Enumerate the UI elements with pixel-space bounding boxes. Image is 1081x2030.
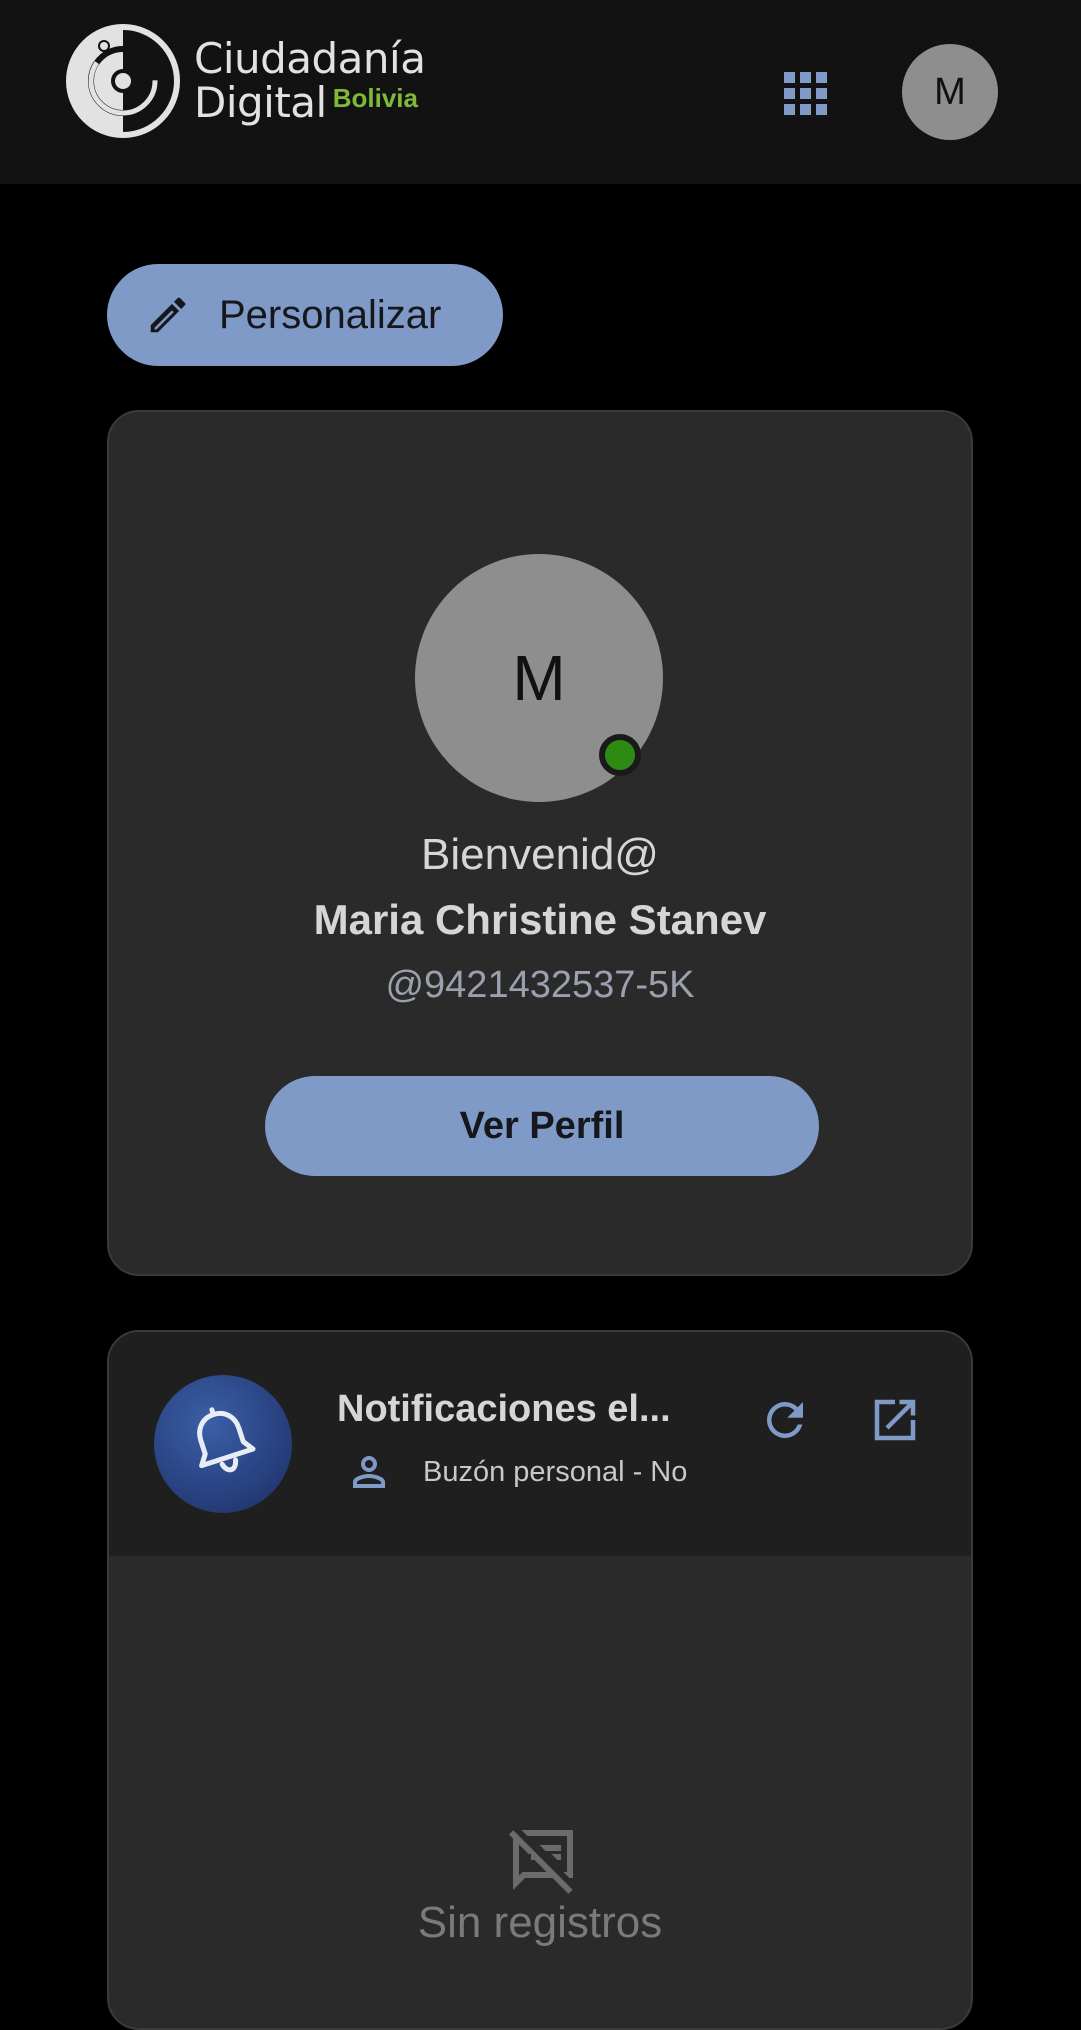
- profile-card: M Bienvenid@ Maria Christine Stanev @942…: [107, 410, 973, 1276]
- mailbox-label: Buzón personal - No: [423, 1455, 688, 1488]
- open-external-icon: [874, 1399, 916, 1441]
- pencil-icon: [150, 297, 186, 333]
- personalize-label: Personalizar: [219, 292, 442, 337]
- notifications-card: Notificaciones el... Buzón personal - No…: [107, 1330, 973, 2030]
- bell-icon: [197, 1407, 256, 1473]
- no-messages-icon: [509, 1830, 573, 1894]
- ciudadania-logo-icon: [66, 24, 180, 138]
- user-full-name: Maria Christine Stanev: [313, 896, 767, 943]
- logo-subtitle: Digital: [194, 78, 327, 127]
- person-icon: [353, 1456, 385, 1488]
- personalize-button[interactable]: Personalizar: [107, 264, 503, 366]
- view-profile-button[interactable]: Ver Perfil: [265, 1076, 819, 1176]
- notifications-avatar: [154, 1375, 292, 1513]
- user-avatar-button[interactable]: M: [902, 44, 998, 140]
- refresh-icon: [766, 1402, 803, 1438]
- notifications-title: Notificaciones el...: [337, 1388, 671, 1430]
- empty-state-text: Sin registros: [417, 1898, 663, 1947]
- online-status-indicator: [599, 734, 641, 776]
- open-external-button[interactable]: [865, 1390, 925, 1450]
- welcome-text: Bienvenid@: [421, 830, 659, 879]
- logo-country: Bolivia: [332, 83, 418, 113]
- user-handle: @9421432537-5K: [385, 964, 695, 1006]
- logo-title: Ciudadanía: [194, 34, 426, 83]
- top-app-bar: Ciudadanía Digital Bolivia M: [0, 0, 1081, 184]
- apps-menu-button[interactable]: [776, 64, 836, 124]
- grid-apps-icon: [784, 72, 827, 115]
- notifications-header: Notificaciones el... Buzón personal - No: [109, 1332, 971, 1556]
- ciudadania-digital-logo[interactable]: Ciudadanía Digital Bolivia: [64, 22, 426, 140]
- refresh-button[interactable]: [755, 1390, 815, 1450]
- mailbox-info: Buzón personal - No: [345, 1448, 687, 1496]
